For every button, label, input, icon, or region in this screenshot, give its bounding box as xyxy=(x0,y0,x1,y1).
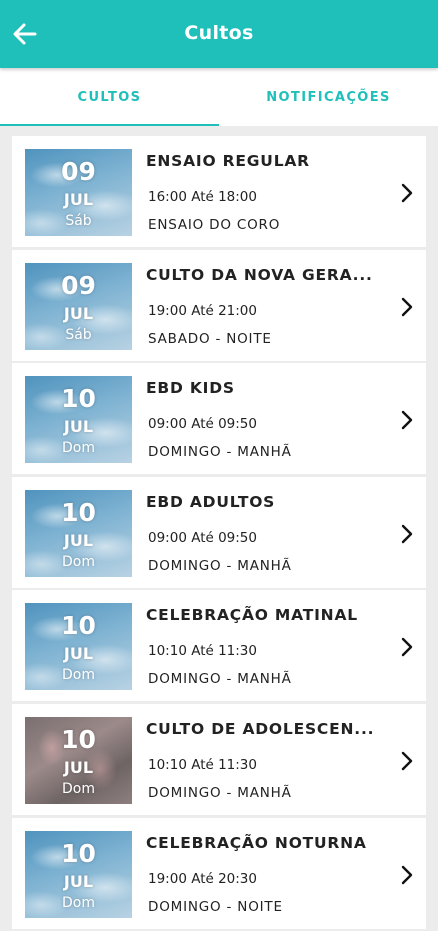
event-day: 10 xyxy=(61,384,96,414)
event-weekday: Dom xyxy=(62,780,95,797)
event-time: 10:10 Até 11:30 xyxy=(148,756,257,773)
event-day: 09 xyxy=(61,270,96,300)
event-card[interactable]: 10 JUL Dom EBD ADULTOS 09:00 Até 09:50 DOMING… xyxy=(12,476,426,588)
event-thumbnail: 10 JUL Dom xyxy=(25,830,132,918)
event-subtitle: DOMINGO - MANHÃ xyxy=(148,671,292,688)
chevron-right-icon xyxy=(401,297,413,316)
chevron-right-icon xyxy=(401,751,413,771)
event-subtitle: ENSAIO DO CORO xyxy=(148,217,281,233)
tab-active-indicator xyxy=(0,124,219,126)
chevron-right-icon xyxy=(401,524,413,543)
event-title: EBD KIDS xyxy=(146,379,235,398)
event-subtitle: DOMINGO - MANHÃ xyxy=(148,784,292,801)
event-day: 10 xyxy=(61,724,96,754)
event-thumbnail: 10 JUL Dom xyxy=(25,603,132,691)
page-title: Cultos xyxy=(184,22,254,44)
event-subtitle: DOMINGO - NOITE xyxy=(148,898,283,915)
event-title: ENSAIO REGULAR xyxy=(146,152,310,170)
event-weekday: Dom xyxy=(62,894,95,911)
event-title: CULTO DA NOVA GERA... xyxy=(146,265,373,284)
event-time: 10:10 Até 11:30 xyxy=(148,643,257,660)
event-day: 09 xyxy=(61,157,96,186)
event-title: CULTO DE ADOLESCEN... xyxy=(146,719,375,738)
event-subtitle: SABADO - NOITE xyxy=(148,330,272,347)
event-day: 10 xyxy=(61,497,96,527)
event-weekday: Sáb xyxy=(65,213,92,229)
event-day: 10 xyxy=(61,611,96,641)
tab-cultos[interactable]: CULTOS xyxy=(0,68,219,126)
event-month: JUL xyxy=(63,417,94,437)
event-card[interactable]: 10 JUL Dom CELEBRAÇÃO MATINAL 10:10 Até 11:3… xyxy=(12,590,426,702)
event-thumbnail: 09 JUL Sáb xyxy=(25,149,132,236)
event-card[interactable]: 10 JUL Dom CELEBRAÇÃO NOTURNA 19:00 Até 20:3… xyxy=(12,817,426,929)
event-month: JUL xyxy=(63,530,94,550)
event-day: 10 xyxy=(61,838,96,868)
event-subtitle: DOMINGO - MANHÃ xyxy=(148,444,292,461)
event-weekday: Dom xyxy=(62,553,95,570)
event-list: 09 JUL Sáb ENSAIO REGULAR 16:00 Até 18:00 ENS… xyxy=(12,136,426,931)
event-card[interactable]: 10 JUL Dom CULTO DE ADOLESCEN... 10:10 Até 1… xyxy=(12,703,426,815)
event-weekday: Dom xyxy=(62,667,95,684)
event-thumbnail: 10 JUL Dom xyxy=(25,489,132,577)
event-title: CELEBRAÇÃO MATINAL xyxy=(146,606,358,625)
event-month: JUL xyxy=(63,644,94,664)
tab-bar: CULTOS NOTIFICAÇÕES xyxy=(0,68,438,126)
event-month: JUL xyxy=(63,303,94,323)
event-month: JUL xyxy=(63,871,94,891)
event-time: 09:00 Até 09:50 xyxy=(148,416,257,433)
chevron-right-icon xyxy=(401,865,413,884)
event-thumbnail: 10 JUL Dom xyxy=(25,716,132,804)
event-thumbnail: 10 JUL Dom xyxy=(25,376,132,464)
event-time: 09:00 Até 09:50 xyxy=(148,529,257,546)
chevron-right-icon xyxy=(401,638,413,657)
event-title: EBD ADULTOS xyxy=(146,492,276,511)
event-time: 16:00 Até 18:00 xyxy=(148,189,257,205)
event-thumbnail: 09 JUL Sáb xyxy=(25,262,132,350)
chevron-right-icon xyxy=(401,410,413,430)
event-title: CELEBRAÇÃO NOTURNA xyxy=(146,833,367,852)
event-weekday: Sáb xyxy=(65,326,92,343)
event-weekday: Dom xyxy=(62,440,95,457)
event-time: 19:00 Até 21:00 xyxy=(148,302,257,319)
event-card[interactable]: 09 JUL Sáb CULTO DA NOVA GERA... 19:00 Até 2… xyxy=(12,249,426,361)
event-month: JUL xyxy=(63,190,94,209)
event-time: 19:00 Até 20:30 xyxy=(148,870,257,887)
event-subtitle: DOMINGO - MANHÃ xyxy=(148,557,292,574)
event-card[interactable]: 10 JUL Dom EBD KIDS 09:00 Até 09:50 DOMINGO -… xyxy=(12,363,426,475)
event-card[interactable]: 09 JUL Sáb ENSAIO REGULAR 16:00 Até 18:00 ENS… xyxy=(12,136,426,247)
chevron-right-icon xyxy=(401,183,413,203)
app-bar: Cultos xyxy=(0,0,438,68)
tab-notificacoes[interactable]: NOTIFICAÇÕES xyxy=(219,68,438,126)
event-month: JUL xyxy=(63,757,94,777)
